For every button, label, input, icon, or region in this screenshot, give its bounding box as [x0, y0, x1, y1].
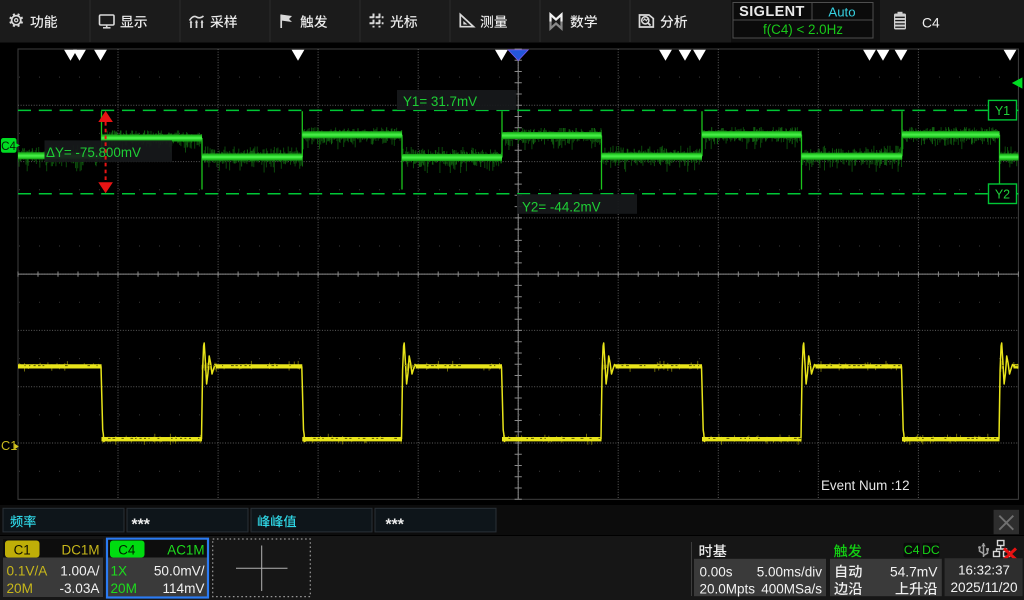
svg-text:Y1: Y1 — [995, 104, 1010, 118]
svg-text:Event Num :12: Event Num :12 — [821, 478, 910, 493]
svg-text:SIGLENT: SIGLENT — [739, 4, 805, 20]
svg-text:0.1V/A: 0.1V/A — [7, 564, 49, 579]
svg-text:20M: 20M — [7, 581, 33, 596]
svg-text:Y2= -44.2mV: Y2= -44.2mV — [522, 199, 601, 214]
svg-text:ΔY= -75.800mV: ΔY= -75.800mV — [46, 145, 141, 160]
svg-text:-3.03A: -3.03A — [59, 581, 100, 596]
svg-text:DC: DC — [922, 543, 940, 557]
svg-text:1X: 1X — [111, 564, 128, 579]
svg-text:1.00A/: 1.00A/ — [60, 564, 100, 579]
svg-text:20M: 20M — [111, 581, 137, 596]
svg-text:C4: C4 — [904, 543, 920, 557]
svg-text:C1: C1 — [14, 542, 31, 557]
svg-text:114mV: 114mV — [162, 581, 204, 596]
svg-text:16:32:37: 16:32:37 — [958, 563, 1010, 578]
svg-text:2025/11/20: 2025/11/20 — [950, 580, 1017, 595]
svg-text:Y2: Y2 — [995, 187, 1010, 201]
svg-text:20.0Mpts: 20.0Mpts — [700, 581, 756, 596]
svg-text:400MSa/s: 400MSa/s — [761, 581, 822, 596]
svg-text:Y1= 31.7mV: Y1= 31.7mV — [403, 94, 477, 109]
svg-text:54.7mV: 54.7mV — [890, 564, 938, 579]
svg-text:50.0mV/: 50.0mV/ — [154, 564, 205, 579]
svg-text:0.00s: 0.00s — [700, 564, 733, 579]
svg-text:AC1M: AC1M — [167, 543, 204, 558]
svg-text:C4: C4 — [1, 140, 16, 153]
svg-text:C4: C4 — [118, 542, 136, 557]
svg-text:f(C4) < 2.0Hz: f(C4) < 2.0Hz — [763, 22, 843, 37]
svg-text:5.00ms/div: 5.00ms/div — [757, 564, 823, 579]
svg-text:C4: C4 — [922, 15, 940, 30]
svg-text:DC1M: DC1M — [62, 543, 100, 558]
svg-text:***: *** — [132, 516, 151, 533]
svg-text:Auto: Auto — [828, 5, 855, 20]
svg-text:***: *** — [386, 516, 405, 533]
